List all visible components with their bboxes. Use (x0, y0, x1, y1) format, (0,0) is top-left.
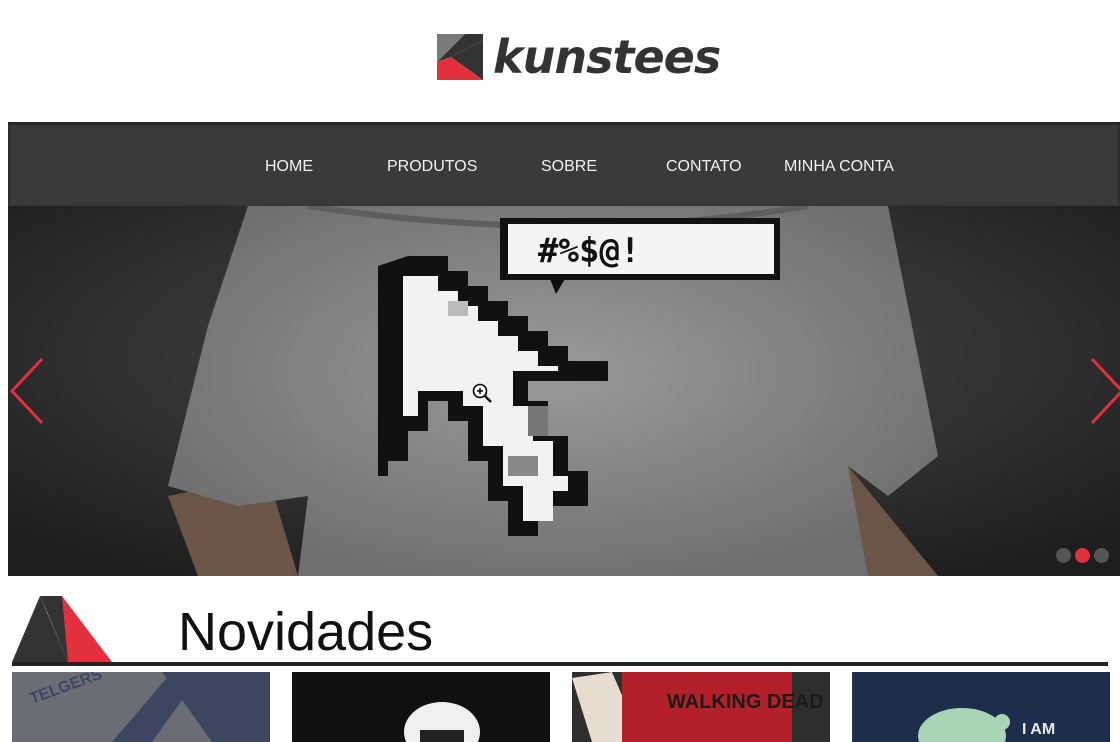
nav-item-sobre[interactable]: SOBRE (541, 158, 597, 176)
slider-dot-2[interactable] (1075, 548, 1090, 563)
product-card-1[interactable]: TELGERS (12, 672, 270, 742)
section-divider (12, 662, 1108, 666)
svg-text:I AM: I AM (1022, 721, 1055, 738)
slider-next-arrow-icon[interactable] (1086, 356, 1120, 426)
hero-slider[interactable]: #%$@! (8, 206, 1120, 576)
slider-prev-arrow-icon[interactable] (8, 356, 48, 426)
slider-dot-3[interactable] (1094, 548, 1109, 563)
nav-item-minha-conta[interactable]: MINHA CONTA (784, 158, 894, 176)
hero-image: #%$@! (8, 206, 1120, 576)
triangle-logo-icon (12, 596, 112, 662)
brand-logo[interactable]: kunstees (437, 30, 721, 84)
product-1-image: TELGERS (12, 672, 270, 742)
product-card-4[interactable]: I AM (852, 672, 1110, 742)
nav-item-contato[interactable]: CONTATO (666, 158, 742, 176)
product-grid: TELGERS WALKING DEAD I AM (0, 672, 1120, 742)
zoom-cursor-icon (472, 383, 492, 403)
product-3-image: WALKING DEAD (572, 672, 830, 742)
site-header: kunstees (0, 0, 1120, 122)
novidades-section: Novidades (8, 576, 1120, 668)
product-2-image (292, 672, 550, 742)
main-nav: HOME PRODUTOS SOBRE CONTATO MINHA CONTA (8, 122, 1120, 206)
speech-bubble-text: #%$@! (538, 231, 640, 271)
slider-pagination (1056, 548, 1109, 563)
svg-text:WALKING DEAD: WALKING DEAD (667, 691, 824, 713)
section-title: Novidades (178, 602, 434, 662)
nav-item-home[interactable]: HOME (265, 158, 313, 176)
nav-item-produtos[interactable]: PRODUTOS (387, 158, 477, 176)
product-card-2[interactable] (292, 672, 550, 742)
brand-name: kunstees (493, 30, 721, 84)
product-card-3[interactable]: WALKING DEAD (572, 672, 830, 742)
kunstees-logo-icon (437, 34, 483, 80)
product-4-image: I AM (852, 672, 1110, 742)
slider-dot-1[interactable] (1056, 548, 1071, 563)
